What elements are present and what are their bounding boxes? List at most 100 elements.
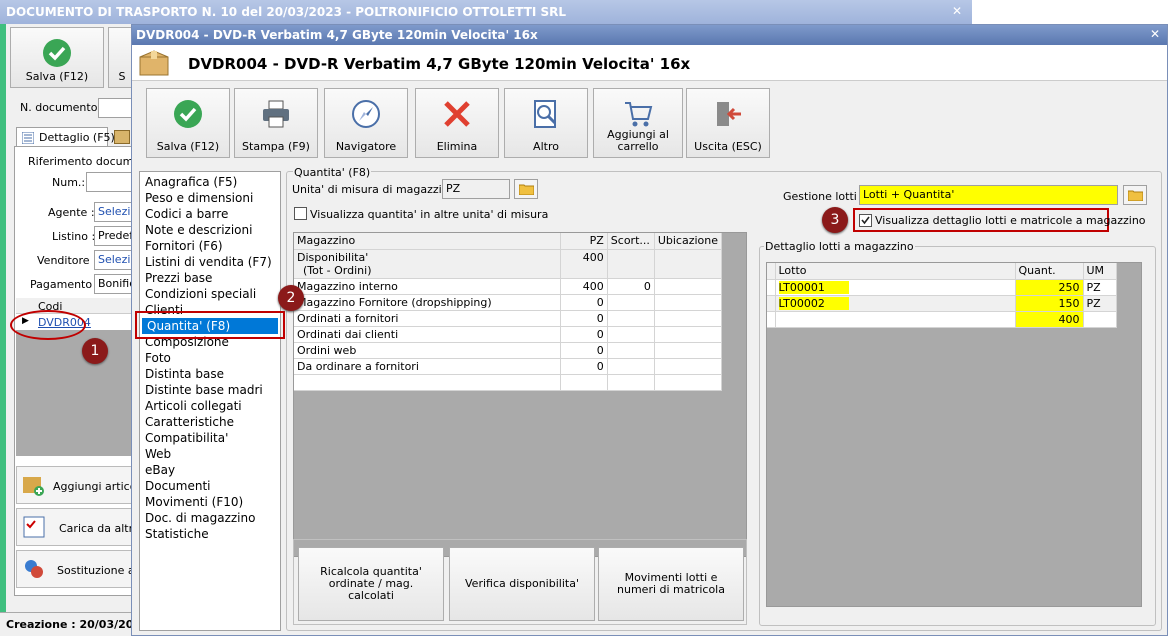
- back-save-button[interactable]: Salva (F12): [10, 27, 104, 88]
- stock-row[interactable]: Magazzino Fornitore (dropshipping) 0: [294, 294, 723, 311]
- toolbar-print-label: Stampa (F9): [242, 140, 310, 153]
- back-save-label: Salva (F12): [25, 70, 89, 83]
- lot-table-area: Lotto Quant. UM LT00001 250 PZ LT00002 150 PZ…: [766, 262, 1142, 607]
- toolbar-cart-label: Aggiungi al carrello: [607, 128, 669, 153]
- verify-availability-button[interactable]: Verifica disponibilita': [449, 547, 595, 621]
- seller-field[interactable]: Selezio: [94, 250, 136, 270]
- menu-item[interactable]: Codici a barre: [140, 206, 280, 222]
- recalc-label: Ricalcola quantita' ordinate / mag. calc…: [320, 565, 422, 602]
- stock-row[interactable]: Magazzino interno 400 0: [294, 278, 723, 295]
- payment-field[interactable]: Bonific: [94, 274, 136, 294]
- menu-item[interactable]: Compatibilita': [140, 430, 280, 446]
- tab-dettaglio-label: Dettaglio (F5): [39, 131, 115, 144]
- empty-cell: [294, 374, 561, 391]
- status-bar: Creazione : 20/03/2023: [0, 612, 149, 636]
- menu-item[interactable]: eBay: [140, 462, 280, 478]
- menu-item[interactable]: Condizioni speciali: [140, 286, 280, 302]
- menu-item[interactable]: Web: [140, 446, 280, 462]
- menu-item[interactable]: Note e descrizioni: [140, 222, 280, 238]
- replace-icon: [25, 560, 43, 578]
- stock-row-pz: 400: [560, 249, 608, 279]
- menu-item[interactable]: Peso e dimensioni: [140, 190, 280, 206]
- replace-button[interactable]: Sostituzione arti: [16, 550, 147, 588]
- lot-movements-button[interactable]: Movimenti lotti e numeri di matricola: [598, 547, 744, 621]
- toolbar-navigator-button[interactable]: Navigatore: [324, 88, 408, 158]
- menu-item[interactable]: Clienti: [140, 302, 280, 318]
- stock-row[interactable]: Ordini web 0: [294, 342, 723, 359]
- payment-label: Pagamento :: [30, 278, 100, 291]
- lot-col-quant: Quant.: [1015, 263, 1084, 280]
- load-other-label: Carica da altro: [59, 522, 140, 535]
- menu-item[interactable]: Distinta base: [140, 366, 280, 382]
- menu-item[interactable]: Caratteristiche: [140, 414, 280, 430]
- stock-row-name-text: Magazzino Fornitore (dropshipping): [297, 295, 492, 309]
- toolbar-exit-button[interactable]: Uscita (ESC): [686, 88, 770, 158]
- menu-item[interactable]: Prezzi base: [140, 270, 280, 286]
- front-header: DVDR004 - DVD-R Verbatim 4,7 GByte 120mi…: [132, 45, 1167, 81]
- lot-row-code-text: LT00002: [778, 296, 849, 310]
- menu-item[interactable]: Composizione: [140, 334, 280, 350]
- toolbar-cart-button[interactable]: Aggiungi al carrello: [593, 88, 683, 158]
- stock-row[interactable]: Disponibilita' (Tot - Ordini) 400: [294, 249, 723, 279]
- front-close-icon[interactable]: ✕: [1150, 27, 1160, 41]
- menu-item[interactable]: Anagrafica (F5): [140, 174, 280, 190]
- stock-row-scort: [607, 249, 655, 279]
- callout-badge-1: 1: [82, 338, 108, 364]
- lot-row-indicator: [767, 279, 776, 296]
- menu-item[interactable]: Documenti: [140, 478, 280, 494]
- menu-item[interactable]: Foto: [140, 350, 280, 366]
- menu-item[interactable]: Listini di vendita (F7): [140, 254, 280, 270]
- check-icon: [43, 39, 71, 67]
- tab-dettaglio[interactable]: Dettaglio (F5): [16, 127, 115, 147]
- load-other-button[interactable]: Carica da altro: [16, 508, 140, 546]
- menu-item[interactable]: Articoli collegati: [140, 398, 280, 414]
- toolbar-print-button[interactable]: Stampa (F9): [234, 88, 318, 158]
- num-field[interactable]: [86, 172, 136, 192]
- section-title: Quantita' (F8): [293, 166, 372, 179]
- stock-row-sub-text: (Tot - Ordini): [303, 263, 372, 277]
- menu-item[interactable]: Quantita' (F8): [142, 318, 278, 334]
- stock-row[interactable]: Ordinati dai clienti 0: [294, 326, 723, 343]
- lots-value: Lotti + Quantita': [863, 188, 955, 201]
- add-article-button[interactable]: Aggiungi articolo: [16, 466, 146, 504]
- agent-field[interactable]: Selezio: [94, 202, 136, 222]
- stock-row[interactable]: Ordinati a fornitori 0: [294, 310, 723, 327]
- menu-item[interactable]: Distinte base madri: [140, 382, 280, 398]
- back-close-icon[interactable]: ✕: [952, 4, 962, 18]
- col-scort: Scort...: [607, 233, 655, 250]
- lot-table: Lotto Quant. UM LT00001 250 PZ LT00002 150 PZ…: [767, 263, 1117, 328]
- stock-row-name: Ordinati dai clienti: [294, 326, 561, 343]
- check-icon: [174, 100, 202, 128]
- exit-icon: [717, 102, 741, 126]
- toolbar-delete-button[interactable]: Elimina: [415, 88, 499, 158]
- lot-row-um: PZ: [1083, 279, 1117, 296]
- toolbar-other-button[interactable]: Altro: [504, 88, 588, 158]
- lot-row[interactable]: LT00002 150 PZ: [767, 295, 1117, 312]
- lot-row-code: LT00001: [775, 279, 1016, 296]
- lots-folder-button[interactable]: [1123, 185, 1147, 205]
- callout-badge-3: 3: [822, 207, 848, 233]
- stock-row[interactable]: Da ordinare a fornitori 0: [294, 358, 723, 375]
- lot-row[interactable]: LT00001 250 PZ: [767, 279, 1117, 296]
- lot-row-qty: 150: [1015, 295, 1084, 312]
- menu-item[interactable]: Movimenti (F10): [140, 494, 280, 510]
- uom-field[interactable]: PZ: [442, 179, 510, 199]
- other-units-label: Visualizza quantita' in altre unita' di …: [310, 208, 549, 221]
- callout-1-ellipse: [10, 310, 86, 340]
- lot-total-qty: 400: [1015, 311, 1084, 328]
- menu-item[interactable]: Fornitori (F6): [140, 238, 280, 254]
- uom-folder-button[interactable]: [514, 179, 538, 199]
- checkmark-icon: [861, 216, 870, 225]
- toolbar-exit-label: Uscita (ESC): [694, 140, 762, 153]
- toolbar-save-button[interactable]: Salva (F12): [146, 88, 230, 158]
- menu-item[interactable]: Statistiche: [140, 526, 280, 542]
- stock-row-pz: 0: [560, 342, 608, 359]
- other-units-checkbox[interactable]: [294, 207, 307, 220]
- lot-detail-checkbox[interactable]: [859, 214, 872, 227]
- stock-row-name: Ordinati a fornitori: [294, 310, 561, 327]
- list-field[interactable]: Predefi: [94, 226, 136, 246]
- recalc-button[interactable]: Ricalcola quantita' ordinate / mag. calc…: [298, 547, 444, 621]
- menu-item[interactable]: Doc. di magazzino: [140, 510, 280, 526]
- side-menu: Anagrafica (F5) Peso e dimensioni Codici a…: [139, 171, 281, 631]
- lots-field[interactable]: Lotti + Quantita': [859, 185, 1118, 205]
